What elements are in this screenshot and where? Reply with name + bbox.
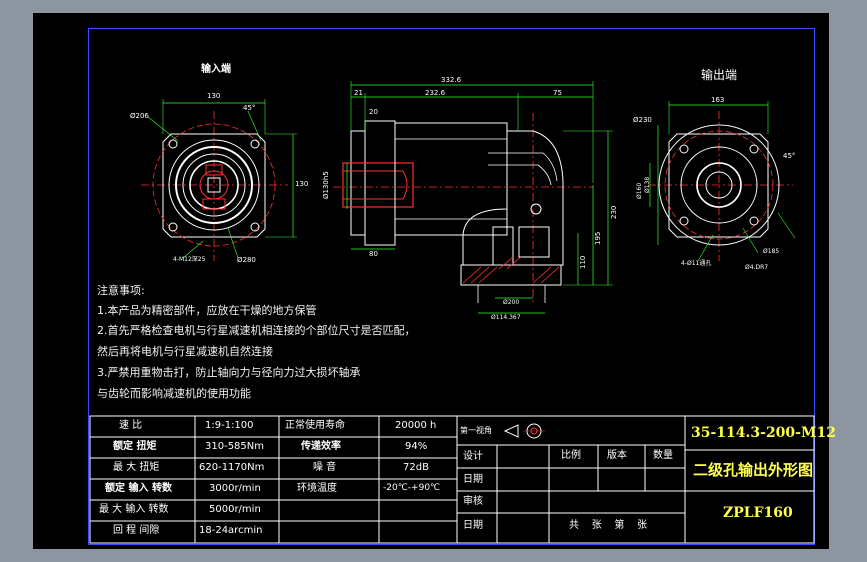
notes-line-1: 1.本产品为精密部件，应放在干燥的地方保管 [97, 304, 317, 317]
drawing-number: 35-114.3-200-M12 [691, 425, 836, 441]
dim-input-hole: 4-M12深25 [173, 256, 206, 263]
spec-label: 最 大 扭矩 [113, 462, 160, 473]
spec-label: 速 比 [119, 420, 143, 431]
dim-height-right: 230 [610, 205, 618, 219]
spec-label: 额定 输入 转数 [105, 483, 172, 494]
spec-label-2: 环境温度 [297, 483, 337, 494]
dim-input-width: 130 [207, 92, 221, 100]
output-view-label: 输出端 [701, 68, 738, 82]
design-label: 设计 [463, 451, 483, 462]
projection-label: 第一视角 [460, 426, 492, 435]
spec-value: 1:9-1:100 [205, 420, 254, 431]
notes-line-3: 然后再将电机与行星减速机自然连接 [97, 345, 273, 358]
dim-input-pcd: Ø206 [130, 112, 149, 120]
dim-output-angle: 45° [783, 152, 796, 160]
dim-length-c: 21 [354, 89, 363, 97]
drawing-name: 二级孔输出外形图 [693, 461, 814, 479]
dim-length-b: 75 [553, 89, 562, 97]
dim-side-1: Ø160 [636, 182, 643, 199]
dim-output-hole: 4-Ø11通孔 [681, 260, 712, 267]
date-label-2: 日期 [463, 520, 483, 531]
sheet-count: 共 张 第 张 [569, 520, 648, 531]
dim-output-bore: Ø4.DR7 [745, 264, 769, 271]
dim-shaft-dia: Ø130h5 [322, 171, 330, 199]
spec-value: 620-1170Nm [199, 462, 265, 473]
dim-base-dia: Ø114.367 [491, 314, 521, 321]
spec-label-2: 传递效率 [301, 441, 341, 452]
spec-value: 310-585Nm [205, 441, 265, 452]
dim-input-spigot: Ø280 [237, 256, 256, 264]
spec-label: 最 大 输入 转数 [99, 504, 169, 515]
review-label: 审核 [463, 496, 483, 507]
date-label-1: 日期 [463, 474, 483, 485]
dim-output-width: 163 [711, 96, 725, 104]
dim-side-2: Ø138 [644, 176, 651, 193]
scale-label: 比例 [561, 450, 581, 461]
spec-value-2: 20000 h [395, 420, 437, 431]
dim-output-pcd: Ø230 [633, 116, 652, 124]
input-end-view [141, 99, 297, 261]
notes-line-2: 2.首先严格检查电机与行星减速机相连接的个部位尺寸是否匹配， [97, 324, 416, 337]
dim-length-a: 232.6 [425, 89, 446, 97]
spec-label-2: 噪 音 [313, 462, 337, 473]
spec-label: 额定 扭矩 [113, 441, 157, 452]
spec-value-2: 72dB [403, 462, 429, 473]
dim-shaft-len: 80 [369, 250, 378, 258]
drawing-sheet: 输入端 输出端 130 130 Ø206 45° 4-M12深25 Ø280 3… [33, 13, 836, 549]
notes-line-4: 3.严禁用重物击打，防止轴向力与径向力过大损坏轴承 [97, 366, 361, 379]
spec-value-2: -20℃-+90℃ [383, 483, 441, 493]
input-view-label: 输入端 [201, 64, 231, 75]
version-label: 版本 [607, 450, 627, 461]
notes-heading: 注意事项: [97, 284, 145, 297]
spec-value: 18-24arcmin [199, 525, 263, 536]
spec-label: 回 程 间隙 [113, 525, 160, 536]
dim-length-d: 20 [369, 108, 378, 116]
spec-value: 3000r/min [209, 483, 261, 494]
dim-output-spigot: Ø185 [763, 248, 780, 255]
spec-value: 5000r/min [209, 504, 261, 515]
quantity-label: 数量 [653, 450, 673, 461]
notes-line-5: 与齿轮而影响减速机的使用功能 [97, 387, 251, 400]
dim-height-small: 110 [579, 255, 587, 269]
dim-bore: Ø200 [503, 299, 520, 306]
output-end-view [648, 101, 796, 262]
dim-height-mid: 195 [594, 231, 602, 245]
dim-total-length: 332.6 [441, 76, 462, 84]
dim-input-height: 130 [295, 180, 309, 188]
model-number: ZPLF160 [723, 505, 793, 521]
dim-input-angle: 45° [243, 104, 256, 112]
spec-value-2: 94% [405, 441, 428, 452]
spec-label-2: 正常使用寿命 [285, 420, 345, 431]
